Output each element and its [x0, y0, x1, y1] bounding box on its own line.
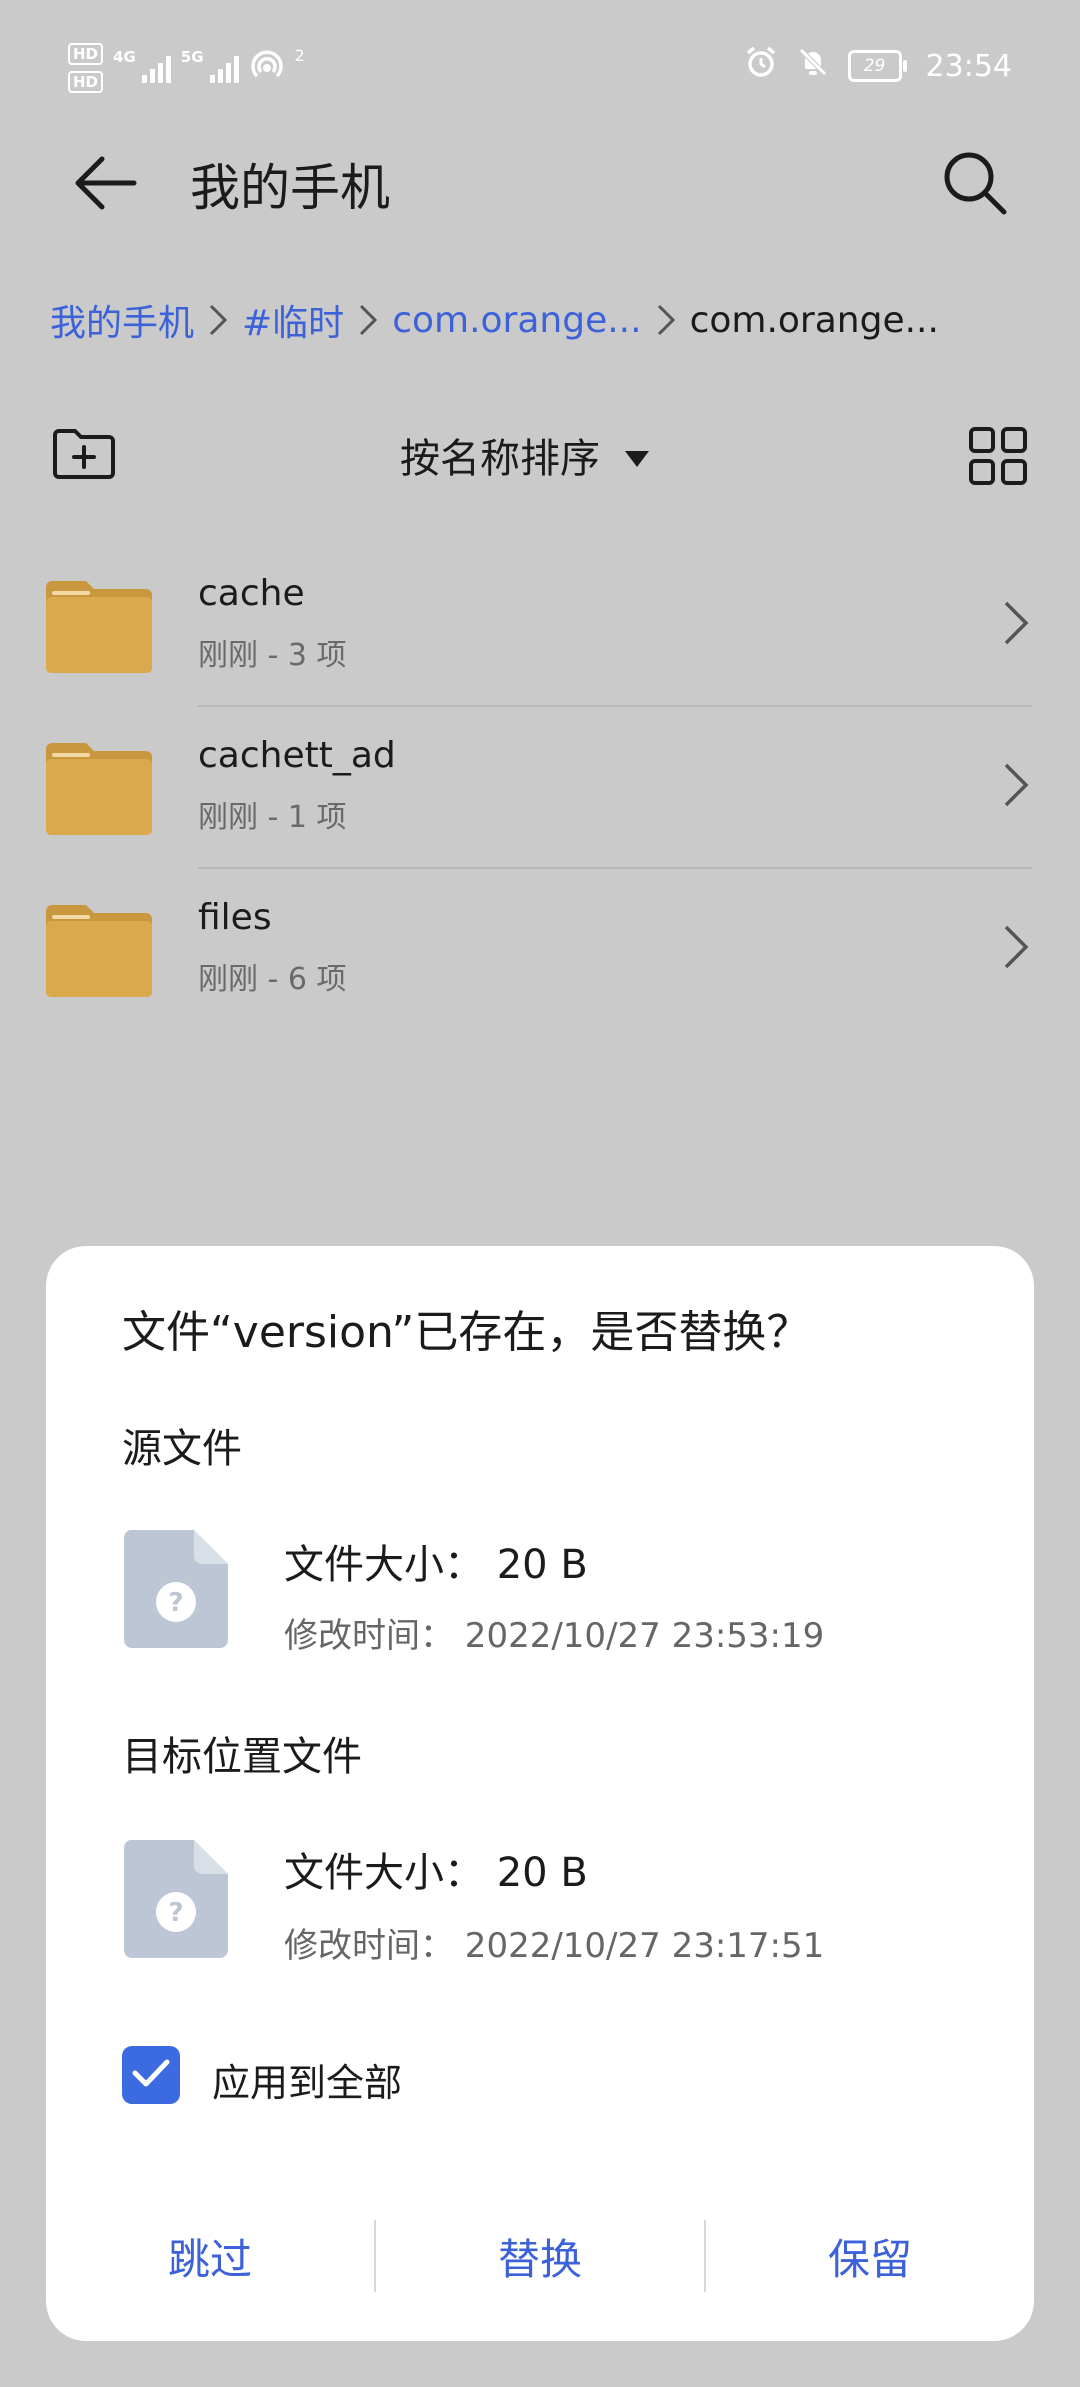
- caret-down-icon: [624, 432, 650, 478]
- skip-button[interactable]: 跳过: [46, 2226, 374, 2287]
- folder-meta: 刚刚 - 1 项: [198, 800, 347, 835]
- mute-bell-icon: [796, 45, 830, 87]
- new-folder-button[interactable]: [44, 420, 124, 490]
- folder-name: cache: [198, 573, 305, 614]
- file-conflict-dialog: 文件“version”已存在，是否替换？ 源文件 ? 文件大小： 20 B 修改…: [46, 1246, 1034, 2341]
- hotspot-count: 2: [294, 46, 305, 65]
- apply-all-checkbox[interactable]: [122, 2046, 180, 2104]
- hd-indicator-bottom: HD: [68, 71, 104, 93]
- battery-icon: 29: [847, 50, 907, 82]
- unknown-file-icon: ?: [123, 1530, 228, 1652]
- breadcrumb: 我的手机 #临时 com.orange... com.orange...: [50, 290, 1050, 350]
- folder-icon: [46, 581, 152, 677]
- dialog-button-row: 跳过 替换 保留: [46, 2216, 1034, 2296]
- target-file-label: 目标位置文件: [122, 1734, 362, 1780]
- dialog-title: 文件“version”已存在，是否替换？: [122, 1307, 811, 1358]
- search-button[interactable]: [930, 140, 1020, 230]
- back-button[interactable]: [60, 140, 150, 230]
- folder-list: cache 刚刚 - 3 项 cachett_ad 刚刚 - 1 项 files…: [0, 545, 1080, 1031]
- folder-text: cachett_ad 刚刚 - 1 项: [198, 732, 396, 836]
- new-folder-icon: [51, 425, 117, 485]
- list-item[interactable]: cache 刚刚 - 3 项: [0, 545, 1080, 707]
- svg-text:?: ?: [168, 1898, 183, 1928]
- folder-icon: [46, 743, 152, 839]
- status-right-group: 29 23:54: [744, 46, 1012, 86]
- folder-text: files 刚刚 - 6 项: [198, 894, 347, 998]
- source-file-label: 源文件: [122, 1426, 242, 1472]
- target-file-size: 文件大小： 20 B: [284, 1850, 588, 1896]
- grid-view-icon: [968, 426, 1028, 490]
- list-item[interactable]: files 刚刚 - 6 项: [0, 869, 1080, 1031]
- sort-label: 按名称排序: [400, 436, 600, 482]
- sort-dropdown[interactable]: 按名称排序: [400, 425, 650, 485]
- list-item[interactable]: cachett_ad 刚刚 - 1 项: [0, 707, 1080, 869]
- source-file-modified: 修改时间： 2022/10/27 23:53:19: [284, 1616, 825, 1656]
- status-left-group: HD HD 4G 5G 2: [68, 38, 305, 98]
- folder-meta: 刚刚 - 3 项: [198, 638, 347, 673]
- alarm-icon: [744, 45, 778, 87]
- network-type-4g: 4G: [113, 48, 136, 66]
- target-file-modified: 修改时间： 2022/10/27 23:17:51: [284, 1926, 825, 1966]
- hd-indicators: HD HD: [68, 43, 104, 93]
- search-icon: [940, 148, 1010, 222]
- breadcrumb-item-package[interactable]: com.orange...: [392, 300, 641, 341]
- battery-level: 29: [863, 56, 886, 76]
- grid-view-button[interactable]: [960, 420, 1036, 496]
- arrow-left-icon: [72, 153, 138, 217]
- folder-text: cache 刚刚 - 3 项: [198, 570, 347, 674]
- network-type-5g: 5G: [180, 48, 204, 66]
- page-title: 我的手机: [190, 159, 390, 217]
- chevron-right-icon: [1002, 761, 1030, 813]
- chevron-right-icon: [1002, 923, 1030, 975]
- signal-strength-5g-icon: [209, 53, 239, 83]
- replace-button[interactable]: 替换: [376, 2226, 704, 2287]
- hotspot-icon: [249, 48, 293, 88]
- signal-strength-icon: [141, 53, 171, 83]
- hd-indicator-top: HD: [68, 43, 104, 65]
- chevron-right-icon: [194, 302, 242, 338]
- check-icon: [132, 2058, 170, 2092]
- unknown-file-icon: ?: [123, 1840, 228, 1962]
- apply-all-label[interactable]: 应用到全部: [212, 2052, 402, 2107]
- source-file-size: 文件大小： 20 B: [284, 1542, 588, 1588]
- keep-button[interactable]: 保留: [706, 2226, 1034, 2287]
- breadcrumb-item-temp[interactable]: #临时: [242, 294, 344, 346]
- svg-text:?: ?: [168, 1588, 183, 1618]
- folder-name: cachett_ad: [198, 735, 396, 776]
- status-time: 23:54: [925, 48, 1012, 84]
- chevron-right-icon: [344, 302, 392, 338]
- breadcrumb-item-current: com.orange...: [689, 299, 939, 341]
- chevron-right-icon: [1002, 599, 1030, 651]
- chevron-right-icon: [642, 302, 690, 338]
- folder-name: files: [198, 897, 272, 938]
- breadcrumb-item-my-phone[interactable]: 我的手机: [50, 294, 194, 346]
- folder-meta: 刚刚 - 6 项: [198, 962, 347, 997]
- folder-icon: [46, 905, 152, 1001]
